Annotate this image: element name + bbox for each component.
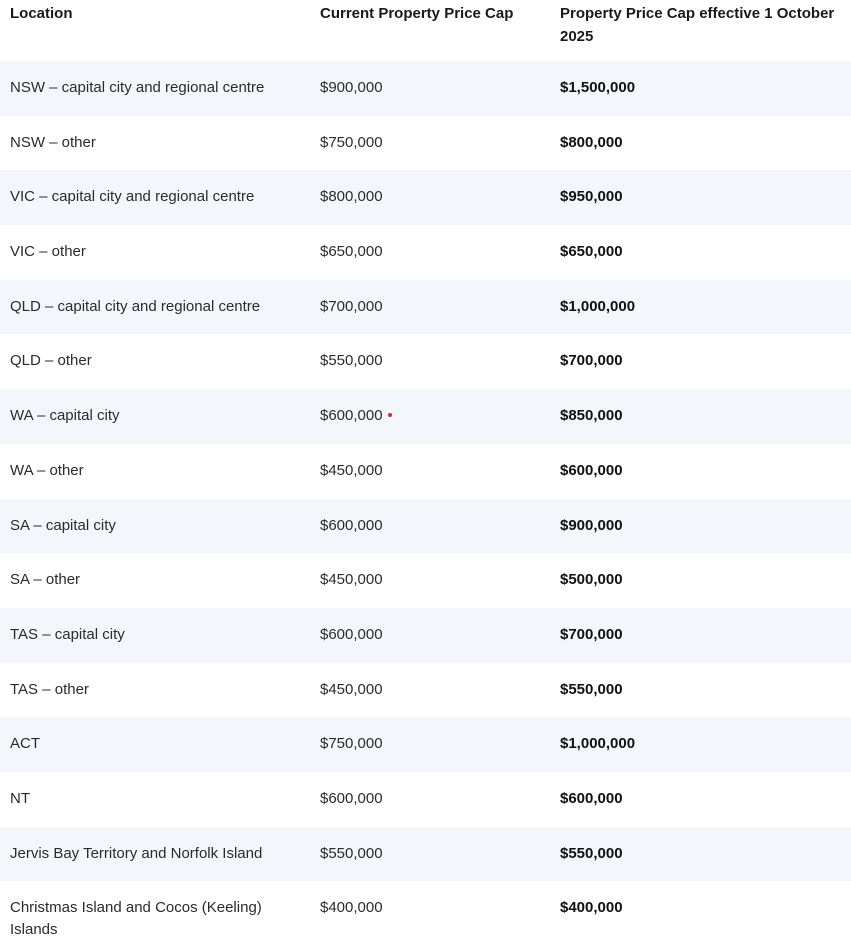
cell-location: SA – other bbox=[10, 571, 81, 589]
cell-current-cap: $600,000 bbox=[310, 607, 550, 663]
table-row: WA – capital city $600,000 $850,000 bbox=[0, 389, 851, 444]
table-row: VIC – other $650,000 $650,000 bbox=[0, 225, 851, 280]
cell-location: QLD – capital city and regional centre bbox=[0, 279, 310, 335]
cell-location: TAS – capital city bbox=[0, 607, 310, 663]
cell-location: TAS – other bbox=[10, 680, 89, 698]
cell-current-cap: $900,000 bbox=[310, 61, 550, 116]
header-row: Location Current Property Price Cap Prop… bbox=[0, 0, 851, 61]
cell-effective-cap: $850,000 bbox=[550, 389, 851, 444]
table-row: ACT $750,000 $1,000,000 bbox=[0, 717, 851, 772]
cell-effective-cap: $550,000 bbox=[560, 680, 623, 698]
cell-effective-cap: $400,000 bbox=[560, 899, 623, 917]
cell-location: Christmas Island and Cocos (Keeling) Isl… bbox=[10, 899, 262, 939]
table-row: WA – other $450,000 $600,000 bbox=[0, 444, 851, 499]
table-row: VIC – capital city and regional centre $… bbox=[0, 170, 851, 226]
cell-current-cap: $400,000 bbox=[320, 899, 383, 917]
cell-current-cap: $600,000 bbox=[310, 498, 550, 554]
property-price-cap-table: Location Current Property Price Cap Prop… bbox=[0, 0, 851, 941]
table-row: TAS – capital city $600,000 $700,000 bbox=[0, 607, 851, 663]
cell-location: WA – capital city bbox=[0, 389, 310, 444]
cell-effective-cap: $800,000 bbox=[560, 133, 623, 151]
cell-location: VIC – other bbox=[10, 243, 86, 261]
table-row: Christmas Island and Cocos (Keeling) Isl… bbox=[0, 881, 851, 941]
table-row: NT $600,000 $600,000 bbox=[0, 772, 851, 827]
table-row: SA – capital city $600,000 $900,000 bbox=[0, 498, 851, 554]
cell-location: WA – other bbox=[10, 461, 84, 479]
table-row: QLD – capital city and regional centre $… bbox=[0, 279, 851, 335]
cell-effective-cap: $1,000,000 bbox=[550, 279, 851, 335]
cell-effective-cap: $650,000 bbox=[560, 243, 623, 261]
cell-effective-cap: $900,000 bbox=[550, 498, 851, 554]
cell-effective-cap: $950,000 bbox=[550, 170, 851, 226]
cell-current-cap: $550,000 bbox=[320, 352, 383, 370]
table-body: NSW – capital city and regional centre $… bbox=[0, 61, 851, 941]
table-row: NSW – capital city and regional centre $… bbox=[0, 61, 851, 116]
table-row: TAS – other $450,000 $550,000 bbox=[0, 663, 851, 718]
cell-current-cap: $450,000 bbox=[320, 680, 383, 698]
cell-current-cap: $650,000 bbox=[320, 243, 383, 261]
cell-location: Jervis Bay Territory and Norfolk Island bbox=[0, 826, 310, 882]
cell-effective-cap: $700,000 bbox=[560, 352, 623, 370]
cell-effective-cap: $500,000 bbox=[560, 571, 623, 589]
table-row: SA – other $450,000 $500,000 bbox=[0, 553, 851, 608]
cell-effective-cap: $600,000 bbox=[560, 461, 623, 479]
cell-current-cap: $450,000 bbox=[320, 461, 383, 479]
cell-location: QLD – other bbox=[10, 352, 92, 370]
cell-current-cap: $750,000 bbox=[310, 717, 550, 772]
table-row: QLD – other $550,000 $700,000 bbox=[0, 334, 851, 389]
cell-effective-cap: $1,000,000 bbox=[550, 717, 851, 772]
table-row: NSW – other $750,000 $800,000 bbox=[0, 116, 851, 171]
header-location: Location bbox=[10, 5, 73, 22]
header-current-cap: Current Property Price Cap bbox=[320, 5, 514, 22]
cell-location: NSW – capital city and regional centre bbox=[0, 61, 310, 116]
cell-effective-cap: $700,000 bbox=[550, 607, 851, 663]
header-effective-cap: Property Price Cap effective 1 October 2… bbox=[560, 5, 835, 45]
red-dot-marker bbox=[387, 413, 392, 418]
cell-effective-cap: $1,500,000 bbox=[550, 61, 851, 116]
cell-effective-cap: $600,000 bbox=[560, 789, 623, 807]
table-header: Location Current Property Price Cap Prop… bbox=[0, 0, 851, 61]
cell-current-cap: $600,000 bbox=[320, 407, 383, 425]
cell-current-cap: $550,000 bbox=[310, 826, 550, 882]
cell-location: NSW – other bbox=[10, 133, 96, 151]
cell-current-cap: $750,000 bbox=[320, 133, 383, 151]
cell-location: SA – capital city bbox=[0, 498, 310, 554]
cell-current-cap: $450,000 bbox=[320, 571, 383, 589]
table-row: Jervis Bay Territory and Norfolk Island … bbox=[0, 826, 851, 882]
cell-current-cap: $800,000 bbox=[310, 170, 550, 226]
cell-location: ACT bbox=[0, 717, 310, 772]
cell-location: NT bbox=[10, 789, 30, 807]
cell-effective-cap: $550,000 bbox=[550, 826, 851, 882]
cell-location: VIC – capital city and regional centre bbox=[0, 170, 310, 226]
cell-current-cap: $700,000 bbox=[310, 279, 550, 335]
cell-current-cap-with-marker: $600,000 bbox=[310, 389, 550, 444]
cell-current-cap: $600,000 bbox=[320, 789, 383, 807]
